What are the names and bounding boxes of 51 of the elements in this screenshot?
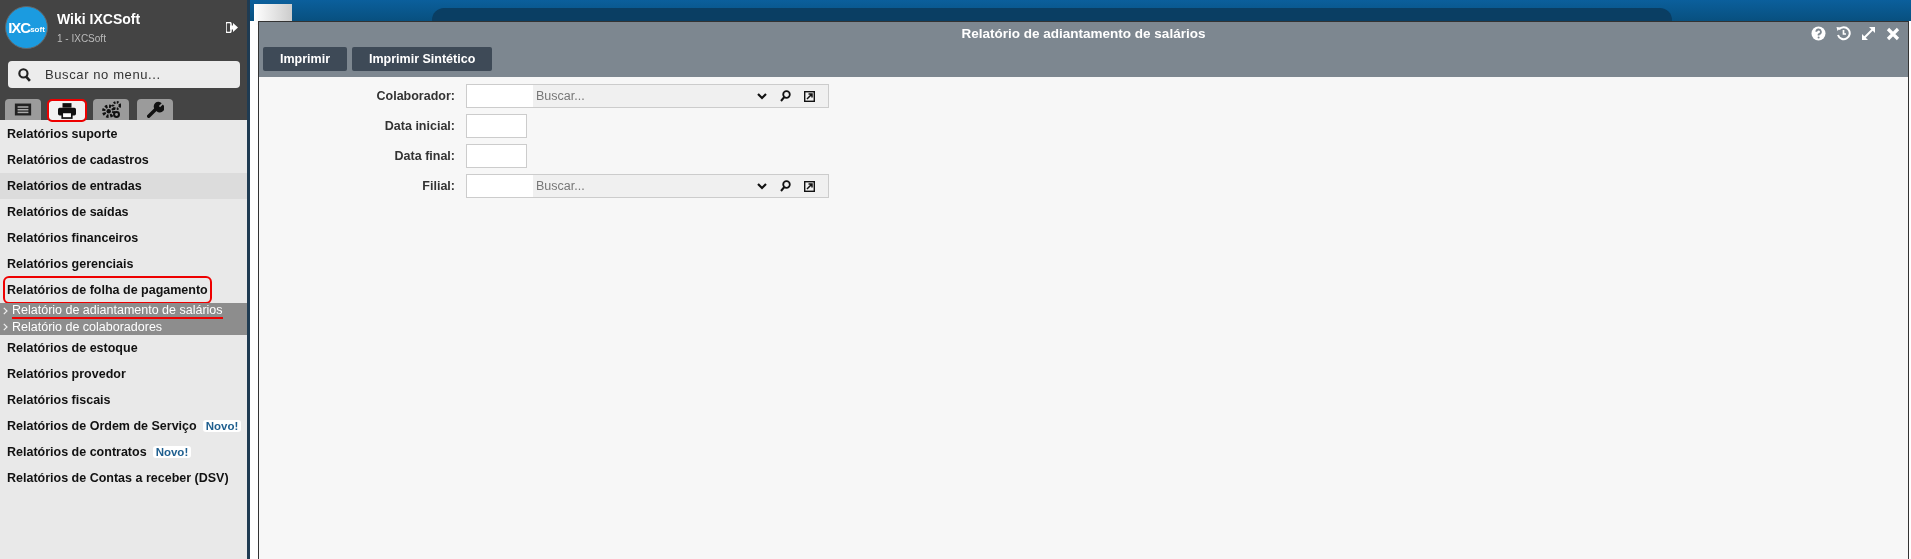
list-icon [14, 103, 32, 116]
field-label: Data inicial: [384, 119, 455, 133]
menu-item[interactable]: Relatórios suporte [7, 127, 118, 141]
search-icon[interactable] [780, 90, 791, 102]
menu-tab[interactable] [5, 99, 41, 120]
menu-search-field[interactable]: Buscar no menu... [8, 61, 240, 88]
menu-item[interactable]: Relatórios fiscais [7, 393, 111, 407]
menu-item[interactable]: Relatórios de estoque [7, 341, 138, 355]
field-label: Colaborador: [376, 89, 455, 103]
external-link-icon[interactable] [804, 180, 815, 192]
menu-tab[interactable] [137, 99, 173, 120]
company-label: 1 - IXCSoft [57, 33, 107, 44]
window-title: Relatório de adiantamento de salários [961, 25, 1206, 41]
menu-item[interactable]: Relatórios gerenciais [7, 257, 134, 271]
menu-item[interactable]: Relatórios de saídas [7, 205, 129, 219]
menu-item[interactable]: Relatórios de folha de pagamento [5, 278, 210, 302]
search-placeholder: Buscar... [535, 89, 586, 103]
lookup-field[interactable]: Buscar... [466, 174, 829, 198]
chevron-down-icon[interactable] [757, 182, 767, 190]
print-button[interactable]: Imprimir [263, 47, 347, 71]
menu-tab[interactable] [93, 99, 129, 120]
history-icon[interactable] [1836, 26, 1851, 41]
search-icon [18, 67, 31, 82]
new-badge: Novo! [152, 446, 192, 458]
menu-item[interactable]: Relatórios de Contas a receber (DSV) [7, 471, 229, 485]
date-field[interactable] [466, 114, 527, 138]
logo: IXCsoft [5, 6, 48, 49]
menu-item[interactable]: Relatórios de contratos [7, 445, 147, 459]
printer-icon [58, 102, 76, 119]
field-label: Data final: [394, 149, 455, 163]
new-badge: Novo! [202, 420, 242, 432]
field-label: Filial: [422, 179, 455, 193]
lookup-field[interactable]: Buscar... [466, 84, 829, 108]
print-button[interactable]: Imprimir Sintético [352, 47, 493, 71]
chevron-down-icon[interactable] [757, 92, 767, 100]
app-title: Wiki IXCSoft [57, 11, 142, 27]
menu-item[interactable]: Relatórios de Ordem de Serviço [7, 419, 197, 433]
wrench-icon [146, 101, 164, 118]
logout-icon[interactable] [226, 22, 238, 33]
menu-tab[interactable] [49, 101, 85, 120]
search-icon[interactable] [780, 180, 791, 192]
expand-icon[interactable] [1861, 26, 1876, 41]
gears-icon [101, 101, 121, 118]
menu-item[interactable]: Relatórios provedor [7, 367, 126, 381]
help-icon[interactable] [1811, 26, 1826, 41]
external-link-icon[interactable] [804, 90, 815, 102]
menu-item[interactable]: Relatórios de cadastros [7, 153, 149, 167]
date-field[interactable] [466, 144, 527, 168]
menu-item[interactable]: Relatórios financeiros [7, 231, 139, 245]
close-icon[interactable] [1886, 26, 1900, 41]
search-placeholder: Buscar... [535, 179, 586, 193]
